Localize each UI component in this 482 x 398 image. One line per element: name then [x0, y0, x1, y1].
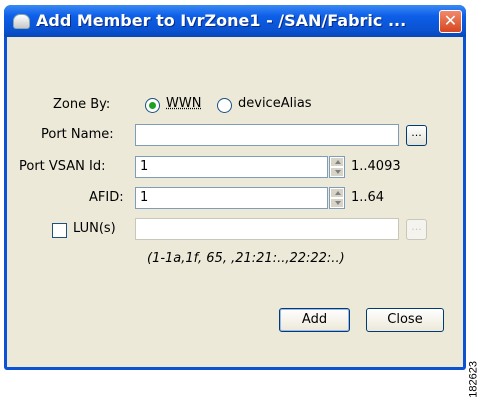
- lun-format-hint: (1-1a,1f, 65, ,21:21:..,22:22:..): [147, 251, 345, 266]
- port-vsan-input[interactable]: 1: [135, 156, 328, 178]
- radio-wwn-label[interactable]: WWN: [166, 96, 201, 111]
- port-vsan-range: 1..4093: [351, 159, 401, 174]
- figure-id: 182623: [468, 361, 480, 398]
- afid-input[interactable]: 1: [135, 187, 328, 209]
- port-vsan-label: Port VSAN Id:: [19, 159, 106, 174]
- radio-devicealias[interactable]: [217, 98, 232, 113]
- zone-by-label: Zone By:: [53, 97, 111, 112]
- spin-up-icon[interactable]: [330, 188, 344, 198]
- radio-devicealias-label[interactable]: deviceAlias: [238, 96, 312, 111]
- lun-browse-button[interactable]: ...: [406, 219, 427, 240]
- lun-label[interactable]: LUN(s): [73, 221, 116, 236]
- close-button[interactable]: Close: [366, 308, 444, 332]
- app-icon: [13, 14, 30, 29]
- port-vsan-spinner[interactable]: [329, 156, 345, 178]
- lun-checkbox[interactable]: [52, 223, 67, 238]
- port-name-browse-button[interactable]: ...: [406, 125, 427, 146]
- port-name-input[interactable]: [135, 124, 399, 146]
- dialog-window: Add Member to IvrZone1 - /SAN/Fabric ...…: [4, 5, 466, 370]
- add-button[interactable]: Add: [279, 308, 350, 332]
- spin-down-icon[interactable]: [330, 198, 344, 208]
- dialog-body: Zone By: WWN deviceAlias Port Name: ... …: [7, 37, 463, 367]
- afid-label: AFID:: [89, 190, 124, 205]
- radio-wwn[interactable]: [145, 98, 160, 113]
- afid-range: 1..64: [351, 190, 385, 205]
- spin-up-icon[interactable]: [330, 157, 344, 167]
- lun-input[interactable]: [135, 218, 399, 240]
- window-title: Add Member to IvrZone1 - /SAN/Fabric ...: [36, 11, 407, 30]
- close-icon: ✕: [443, 11, 458, 30]
- afid-spinner[interactable]: [329, 187, 345, 209]
- spin-down-icon[interactable]: [330, 167, 344, 177]
- close-window-button[interactable]: ✕: [439, 10, 462, 33]
- port-name-label: Port Name:: [41, 127, 114, 142]
- title-bar[interactable]: Add Member to IvrZone1 - /SAN/Fabric ...…: [4, 5, 466, 37]
